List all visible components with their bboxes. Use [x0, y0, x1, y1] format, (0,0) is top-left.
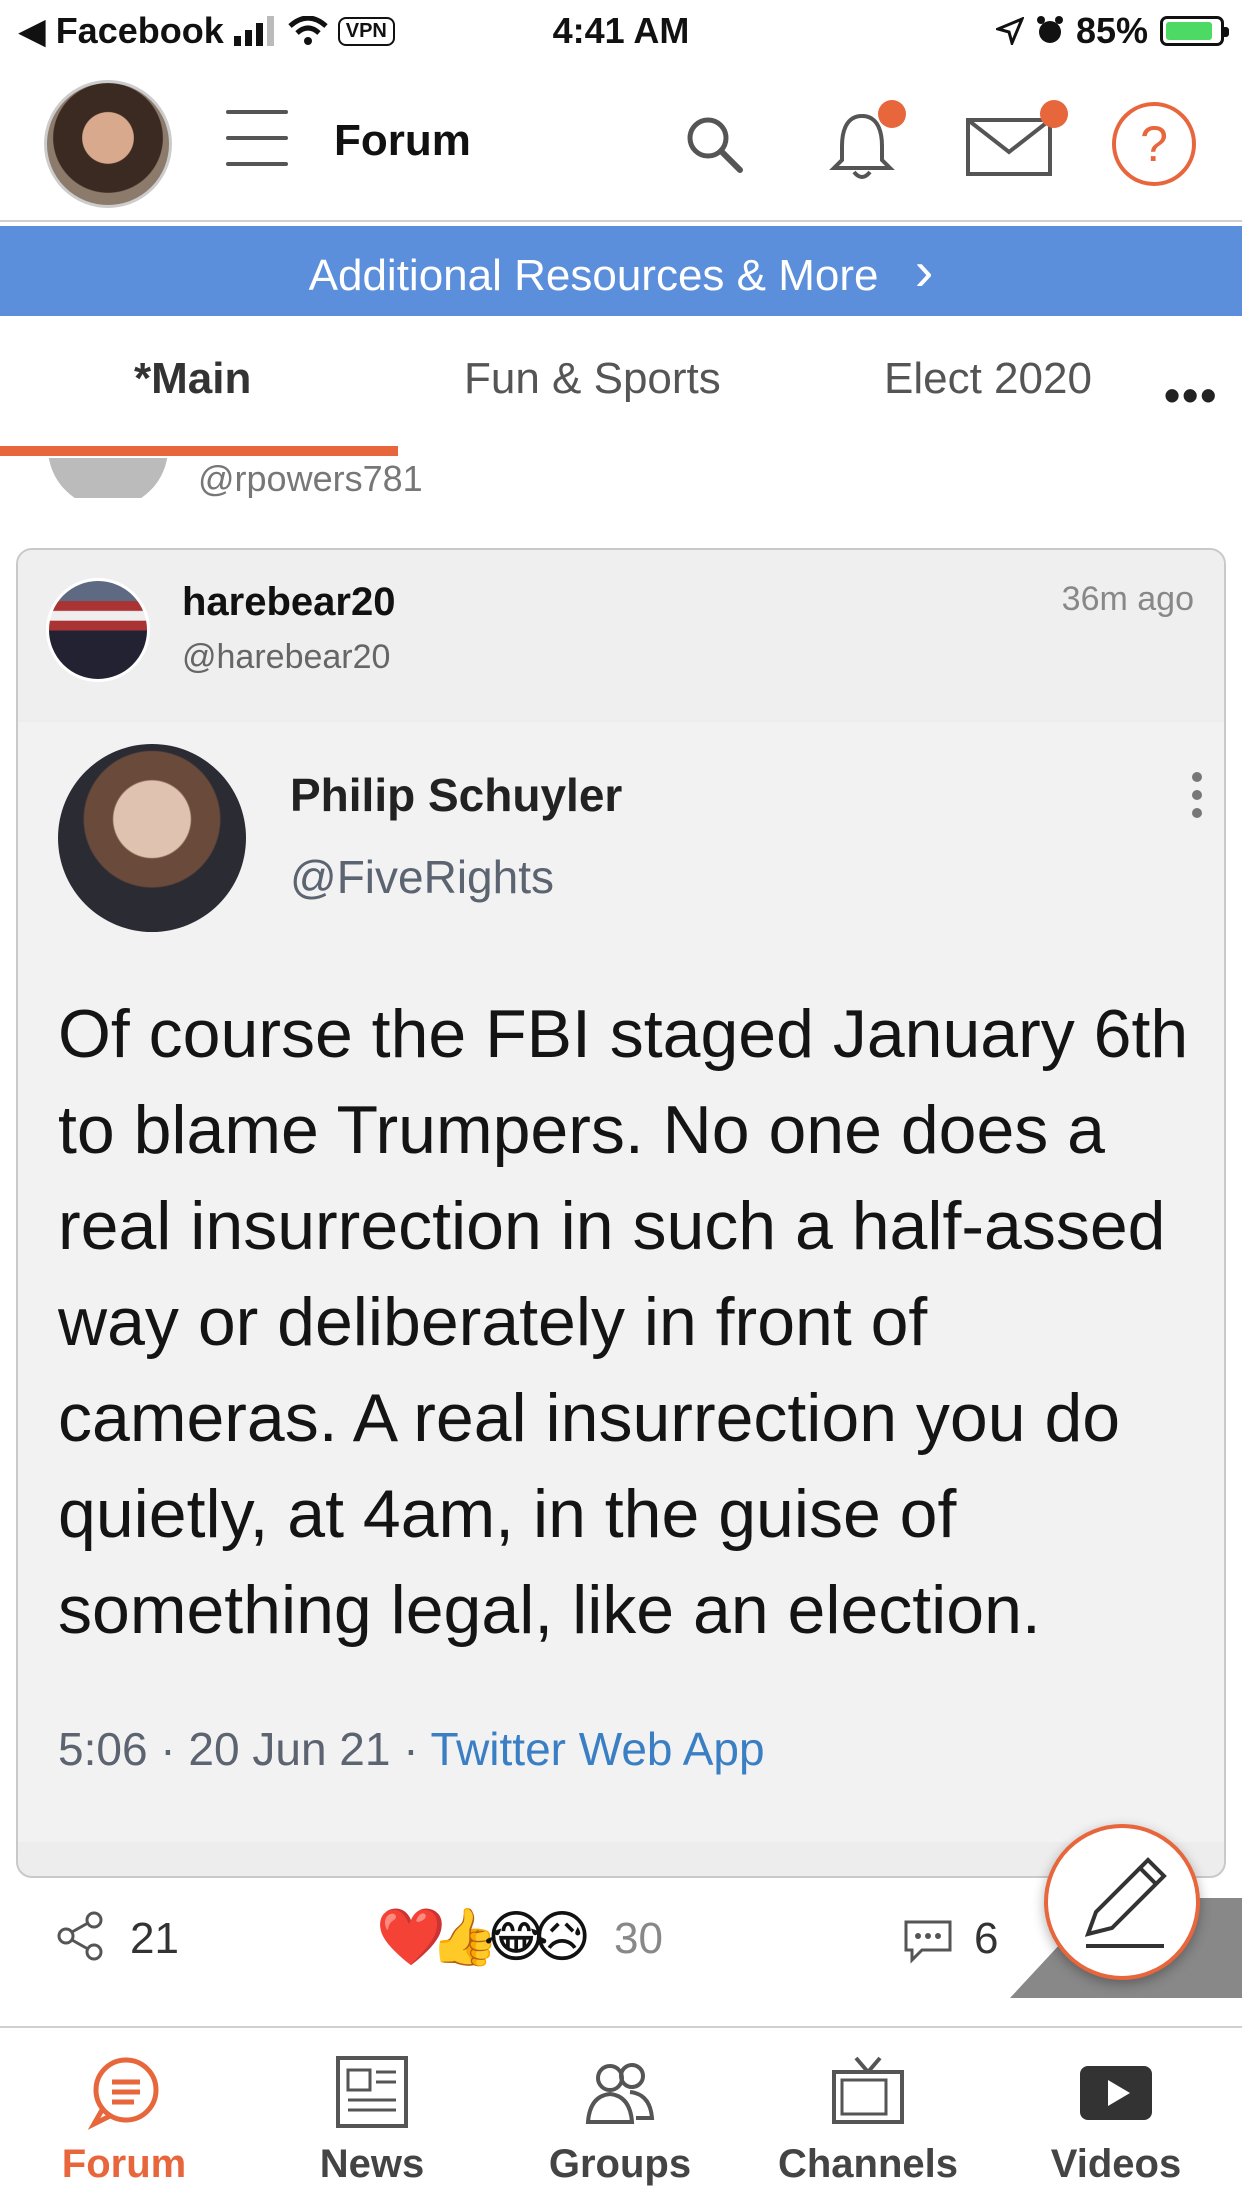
tab-fun-sports[interactable]: Fun & Sports	[464, 354, 721, 404]
news-icon	[336, 2056, 408, 2128]
chevron-right-icon: ›	[914, 239, 934, 302]
more-tabs-button[interactable]: •••	[1164, 368, 1218, 422]
tweet-text: Of course the FBI staged January 6th to …	[58, 996, 1189, 1648]
tab-elect-2020[interactable]: Elect 2020	[884, 354, 1092, 404]
search-icon[interactable]	[676, 106, 756, 186]
post-author-name[interactable]: harebear20	[182, 580, 395, 625]
nav-forum[interactable]: Forum	[0, 2028, 248, 2208]
active-tab-indicator	[0, 446, 398, 456]
play-icon	[1080, 2066, 1152, 2120]
comment-icon[interactable]	[900, 1918, 956, 1966]
alarm-icon	[1036, 16, 1063, 43]
forum-icon	[87, 2057, 159, 2130]
post-author-handle: @harebear20	[182, 638, 391, 676]
bottom-navigation: Forum News Groups Channels Videos	[0, 2028, 1242, 2208]
status-right: 85%	[995, 10, 1229, 52]
share-icon[interactable]	[54, 1910, 106, 1962]
tv-icon	[832, 2056, 904, 2124]
post-timestamp: 36m ago	[1061, 580, 1194, 618]
tweet-meta: 5:06 · 20 Jun 21 · Twitter Web App	[58, 1722, 765, 1776]
reaction-emojis[interactable]: ❤️👍😂😥	[376, 1904, 591, 1970]
nav-groups[interactable]: Groups	[496, 2028, 744, 2208]
help-button[interactable]: ?	[1112, 102, 1196, 186]
groups-icon	[585, 2063, 655, 2124]
nav-label: Groups	[548, 2142, 692, 2186]
app-header: Forum ?	[0, 72, 1242, 222]
post-header: harebear20 @harebear20 36m ago	[18, 550, 1224, 720]
nav-label: Videos	[1050, 2142, 1182, 2186]
tweet-screenshot[interactable]: Philip Schuyler @FiveRights Of course th…	[18, 722, 1224, 1842]
additional-resources-banner[interactable]: Additional Resources & More ›	[0, 226, 1242, 316]
forum-tabs: *Main Fun & Sports Elect 2020 •••	[0, 316, 1242, 458]
kebab-menu-icon	[1192, 772, 1204, 826]
message-dot	[1040, 100, 1068, 128]
nav-news[interactable]: News	[248, 2028, 496, 2208]
notification-dot	[878, 100, 906, 128]
previous-post: @rpowers781	[0, 458, 1242, 498]
pencil-icon	[1084, 1857, 1167, 1948]
reaction-count[interactable]: 30	[614, 1914, 663, 1964]
previous-post-avatar[interactable]	[48, 458, 168, 498]
share-count: 21	[130, 1914, 179, 1963]
post-author-avatar[interactable]	[46, 578, 150, 682]
nav-label: News	[319, 2142, 425, 2186]
page-title: Forum	[334, 116, 471, 165]
tab-main[interactable]: *Main	[134, 354, 251, 404]
post-card[interactable]: harebear20 @harebear20 36m ago Philip Sc…	[16, 548, 1226, 1878]
tweet-author-name: Philip Schuyler	[290, 769, 623, 821]
nav-videos[interactable]: Videos	[992, 2028, 1242, 2208]
location-arrow-icon	[995, 17, 1024, 45]
banner-text: Additional Resources & More	[308, 251, 879, 300]
nav-label: Forum	[61, 2142, 187, 2186]
previous-post-handle: @rpowers781	[198, 458, 423, 498]
user-avatar[interactable]	[44, 80, 172, 208]
tweet-date: 5:06 · 20 Jun 21 ·	[58, 1723, 431, 1775]
compose-button[interactable]	[1044, 1824, 1200, 1980]
nav-label: Channels	[777, 2142, 959, 2186]
nav-channels[interactable]: Channels	[744, 2028, 992, 2208]
tweet-author-handle: @FiveRights	[290, 851, 554, 903]
tweet-author-avatar	[58, 744, 246, 932]
comment-count: 6	[974, 1914, 999, 1963]
menu-icon[interactable]	[226, 110, 288, 170]
tweet-source: Twitter Web App	[430, 1723, 765, 1775]
battery-icon	[1160, 16, 1229, 46]
status-bar: ◀ Facebook VPN 4:41 AM 85%	[0, 0, 1242, 62]
battery-percent: 85%	[1075, 10, 1148, 51]
